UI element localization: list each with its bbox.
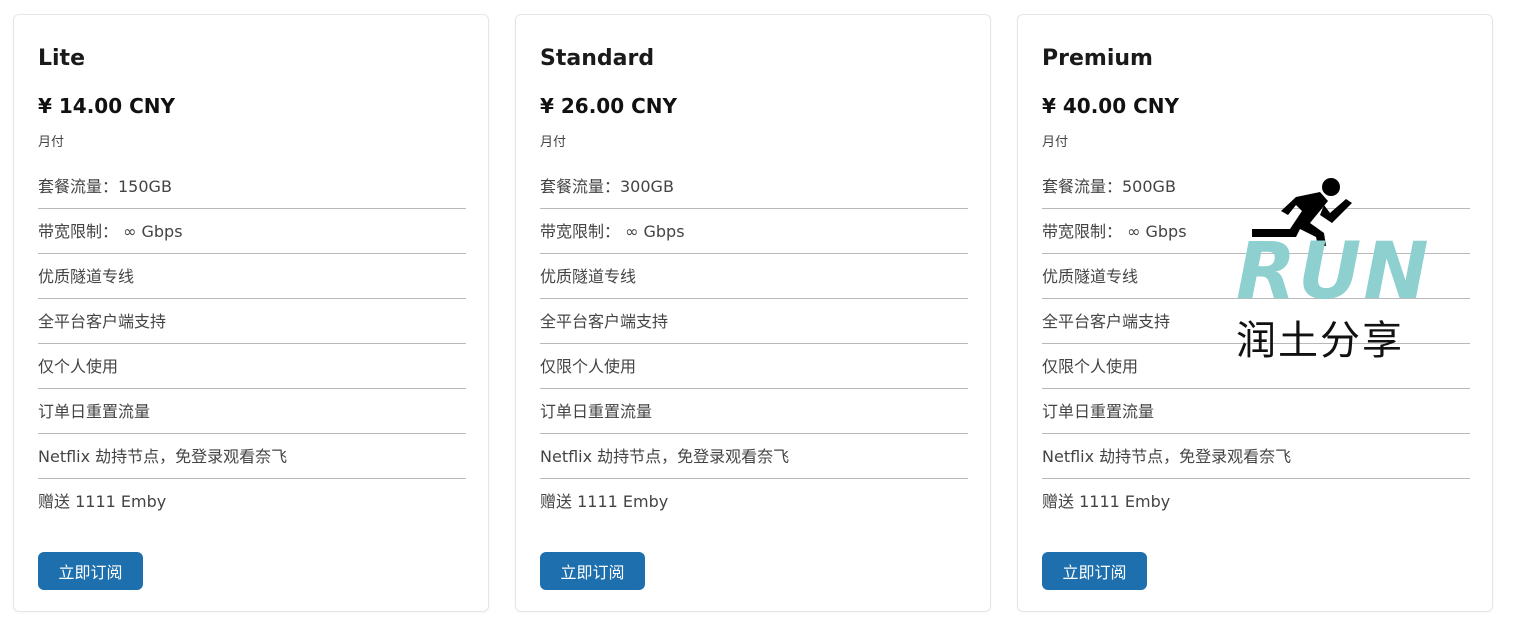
- feature-bandwidth: 带宽限制： ∞ Gbps: [38, 209, 466, 254]
- plan-price: ¥ 40.00 CNY: [1042, 94, 1180, 118]
- feature-reset: 订单日重置流量: [1042, 389, 1470, 434]
- subscribe-button[interactable]: 立即订阅: [38, 552, 143, 590]
- feature-traffic: 套餐流量：150GB: [38, 164, 466, 209]
- feature-tunnel: 优质隧道专线: [38, 254, 466, 299]
- subscribe-button[interactable]: 立即订阅: [1042, 552, 1147, 590]
- feature-bandwidth: 带宽限制： ∞ Gbps: [540, 209, 968, 254]
- feature-personal-use: 仅限个人使用: [540, 344, 968, 389]
- feature-reset: 订单日重置流量: [540, 389, 968, 434]
- feature-traffic: 套餐流量：500GB: [1042, 164, 1470, 209]
- plan-price: ¥ 26.00 CNY: [540, 94, 678, 118]
- feature-reset: 订单日重置流量: [38, 389, 466, 434]
- feature-clients: 全平台客户端支持: [38, 299, 466, 344]
- feature-netflix: Netflix 劫持节点，免登录观看奈飞: [540, 434, 968, 479]
- feature-clients: 全平台客户端支持: [540, 299, 968, 344]
- subscribe-button[interactable]: 立即订阅: [540, 552, 645, 590]
- plan-card-premium: Premium ¥ 40.00 CNY 月付 套餐流量：500GB 带宽限制： …: [1017, 14, 1493, 612]
- feature-emby: 赠送 1111 Emby: [38, 492, 167, 511]
- plan-period: 月付: [540, 135, 567, 150]
- plan-card-lite: Lite ¥ 14.00 CNY 月付 套餐流量：150GB 带宽限制： ∞ G…: [13, 14, 489, 612]
- feature-list: 套餐流量：150GB 带宽限制： ∞ Gbps 优质隧道专线 全平台客户端支持 …: [38, 164, 466, 524]
- plan-period: 月付: [38, 135, 65, 150]
- plan-name: Lite: [38, 46, 85, 71]
- plan-card-standard: Standard ¥ 26.00 CNY 月付 套餐流量：300GB 带宽限制：…: [515, 14, 991, 612]
- feature-clients: 全平台客户端支持: [1042, 299, 1470, 344]
- feature-emby: 赠送 1111 Emby: [540, 492, 669, 511]
- feature-traffic: 套餐流量：300GB: [540, 164, 968, 209]
- plan-name: Premium: [1042, 46, 1153, 71]
- feature-personal-use: 仅限个人使用: [1042, 344, 1470, 389]
- plan-price: ¥ 14.00 CNY: [38, 94, 176, 118]
- feature-tunnel: 优质隧道专线: [1042, 254, 1470, 299]
- feature-bandwidth: 带宽限制： ∞ Gbps: [1042, 209, 1470, 254]
- plan-period: 月付: [1042, 135, 1069, 150]
- pricing-cards: Lite ¥ 14.00 CNY 月付 套餐流量：150GB 带宽限制： ∞ G…: [13, 14, 1493, 612]
- feature-personal-use: 仅个人使用: [38, 344, 466, 389]
- feature-netflix: Netflix 劫持节点，免登录观看奈飞: [1042, 434, 1470, 479]
- feature-list: 套餐流量：300GB 带宽限制： ∞ Gbps 优质隧道专线 全平台客户端支持 …: [540, 164, 968, 524]
- feature-list: 套餐流量：500GB 带宽限制： ∞ Gbps 优质隧道专线 全平台客户端支持 …: [1042, 164, 1470, 524]
- feature-netflix: Netflix 劫持节点，免登录观看奈飞: [38, 434, 466, 479]
- feature-emby: 赠送 1111 Emby: [1042, 492, 1171, 511]
- feature-tunnel: 优质隧道专线: [540, 254, 968, 299]
- plan-name: Standard: [540, 46, 655, 71]
